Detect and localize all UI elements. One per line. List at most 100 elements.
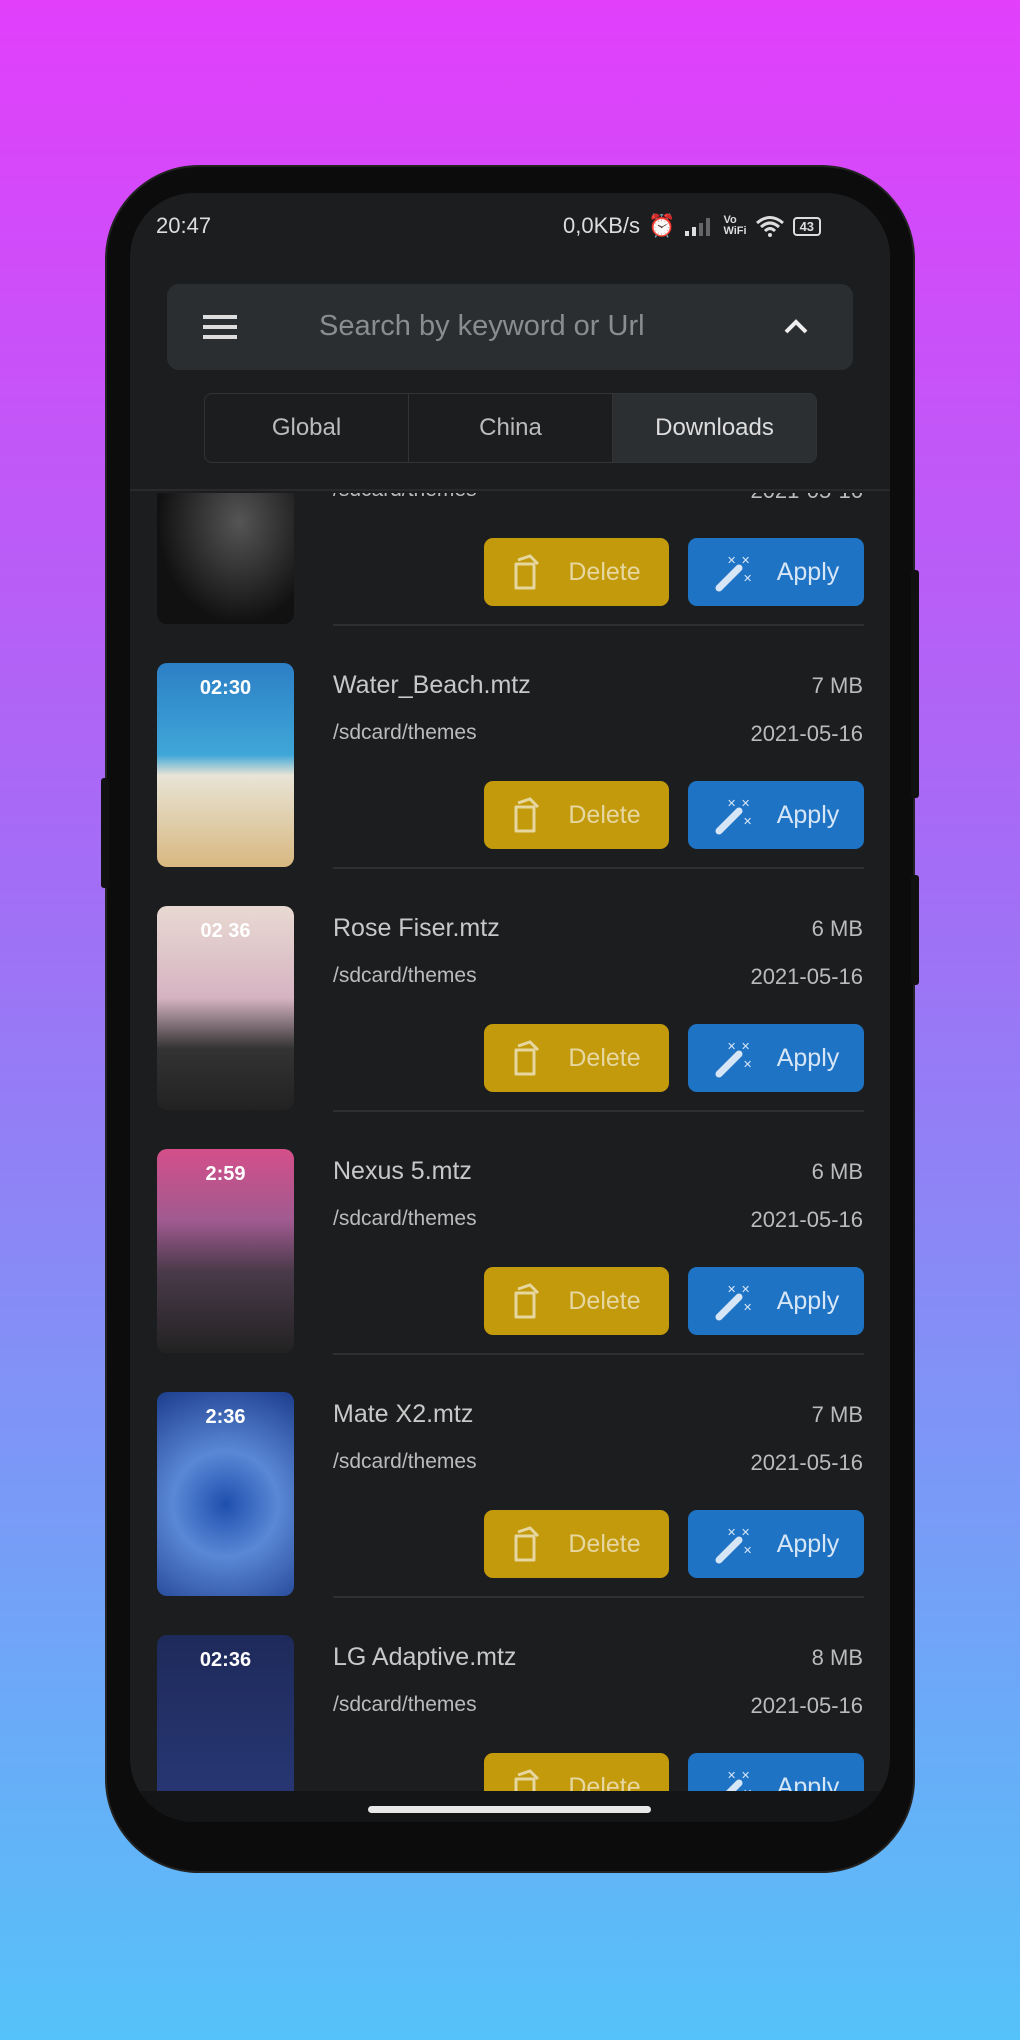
apply-label: Apply <box>776 1529 840 1558</box>
volume-button <box>911 875 919 985</box>
magic-wand-icon: ✕✕✕ <box>715 1284 752 1321</box>
search-input[interactable]: Search by keyword or Url <box>319 310 645 343</box>
apply-button[interactable]: ✕✕✕ Apply <box>688 538 864 606</box>
theme-size: 6 MB <box>811 916 863 941</box>
theme-title: Mate X2.mtz <box>333 1400 474 1428</box>
apply-button[interactable]: ✕✕✕ Apply <box>688 1024 864 1092</box>
chevron-up-icon[interactable] <box>783 317 809 335</box>
status-icons: 0,0KB/s ⏰ Vo WiFi 43 <box>563 213 822 239</box>
tab-china[interactable]: China <box>409 394 613 462</box>
theme-title: Rose Fiser.mtz <box>333 914 500 942</box>
list-item: 2:36 Windows 10 Mobil... 4 MB /sdcard/th… <box>130 493 890 663</box>
tab-downloads[interactable]: Downloads <box>613 394 816 462</box>
svg-text:✕: ✕ <box>727 1770 736 1782</box>
delete-button[interactable]: Delete <box>484 538 669 606</box>
theme-date: 2021-05-16 <box>750 1693 863 1718</box>
svg-text:✕: ✕ <box>743 1059 752 1071</box>
net-speed: 0,0KB/s <box>563 213 641 238</box>
list-item: 02:30 Water_Beach.mtz 7 MB /sdcard/theme… <box>130 663 890 906</box>
theme-size: 7 MB <box>811 1402 863 1427</box>
theme-thumbnail[interactable]: 02 36 <box>157 906 294 1110</box>
svg-text:✕: ✕ <box>741 798 750 810</box>
magic-wand-icon: ✕✕✕ <box>723 1770 752 1793</box>
delete-button[interactable]: Delete <box>484 781 669 849</box>
theme-title: Nexus 5.mtz <box>333 1157 472 1185</box>
search-bar[interactable]: Search by keyword or Url <box>167 284 853 370</box>
list-item: 02:36 LG Adaptive.mtz 8 MB /sdcard/theme… <box>130 1635 890 1793</box>
svg-text:✕: ✕ <box>727 798 736 810</box>
wifi-icon <box>755 216 784 237</box>
thumbnail-clock: 02 36 <box>200 920 251 942</box>
magic-wand-icon: ✕✕✕ <box>715 1041 752 1078</box>
delete-label: Delete <box>568 1043 641 1072</box>
thumbnail-clock: 2:36 <box>205 1406 246 1428</box>
screen: 20:47 0,0KB/s ⏰ Vo WiFi 43 Search by keyw… <box>130 193 890 1822</box>
magic-wand-icon: ✕✕✕ <box>715 1527 752 1564</box>
theme-size: 6 MB <box>811 1159 863 1184</box>
delete-button[interactable]: Delete <box>484 1267 669 1335</box>
trash-icon <box>514 1040 540 1076</box>
delete-button[interactable]: Delete <box>484 1510 669 1578</box>
trash-icon <box>514 554 540 590</box>
item-separator <box>333 624 864 626</box>
thumbnail-clock: 02:30 <box>199 677 252 699</box>
theme-thumbnail[interactable]: 2:36 <box>157 1392 294 1596</box>
list-item: 2:59 Nexus 5.mtz 6 MB /sdcard/themes 202… <box>130 1149 890 1392</box>
theme-thumbnail[interactable]: 02:36 <box>157 1635 294 1793</box>
theme-size: 8 MB <box>811 1645 863 1670</box>
trash-icon <box>514 1283 540 1319</box>
svg-text:✕: ✕ <box>741 1527 750 1539</box>
apply-label: Apply <box>776 1772 840 1794</box>
apply-label: Apply <box>776 557 840 586</box>
trash-icon <box>514 797 540 833</box>
theme-date: 2021-05-16 <box>750 964 863 989</box>
magic-wand-icon: ✕✕✕ <box>715 798 752 835</box>
theme-date: 2021-05-16 <box>750 1450 863 1475</box>
delete-label: Delete <box>568 1772 641 1794</box>
theme-thumbnail[interactable]: 2:59 <box>157 1149 294 1353</box>
status-time: 20:47 <box>156 213 212 238</box>
theme-size: 7 MB <box>811 673 863 698</box>
list-item: 02 36 Rose Fiser.mtz 6 MB /sdcard/themes… <box>130 906 890 1149</box>
theme-path: /sdcard/themes <box>333 1450 477 1473</box>
apply-button[interactable]: ✕✕✕ Apply <box>688 781 864 849</box>
theme-title: LG Adaptive.mtz <box>333 1643 517 1671</box>
trash-icon <box>514 1526 540 1562</box>
delete-button[interactable]: Delete <box>484 1753 669 1793</box>
svg-text:✕: ✕ <box>727 1284 736 1296</box>
trash-icon <box>514 1769 540 1793</box>
power-button <box>911 570 919 798</box>
home-indicator[interactable] <box>368 1806 651 1813</box>
theme-list: 2:36 Windows 10 Mobil... 4 MB /sdcard/th… <box>130 493 890 1793</box>
tab-bar: Global China Downloads <box>204 393 817 463</box>
apply-button[interactable]: ✕✕✕ Apply <box>688 1753 864 1793</box>
svg-text:✕: ✕ <box>727 1527 736 1539</box>
theme-path: /sdcard/themes <box>333 493 477 502</box>
battery-icon: 43 <box>792 216 822 236</box>
theme-path: /sdcard/themes <box>333 1207 477 1230</box>
side-button <box>101 778 109 888</box>
theme-date: 2021-05-16 <box>750 1207 863 1232</box>
apply-button[interactable]: ✕✕✕ Apply <box>688 1267 864 1335</box>
theme-thumbnail[interactable]: 2:36 <box>157 493 294 624</box>
svg-text:✕: ✕ <box>743 573 752 585</box>
theme-path: /sdcard/themes <box>333 1693 477 1716</box>
apply-label: Apply <box>776 800 840 829</box>
theme-date: 2021-05-16 <box>750 493 863 504</box>
apply-button[interactable]: ✕✕✕ Apply <box>688 1510 864 1578</box>
vowifi-icon: Vo WiFi <box>723 214 747 237</box>
svg-text:✕: ✕ <box>727 1041 736 1053</box>
thumbnail-clock: 02:36 <box>199 1649 252 1671</box>
delete-label: Delete <box>568 1529 641 1558</box>
delete-button[interactable]: Delete <box>484 1024 669 1092</box>
apply-label: Apply <box>776 1286 840 1315</box>
item-separator <box>333 1353 864 1355</box>
svg-text:✕: ✕ <box>727 555 736 567</box>
item-separator <box>333 1110 864 1112</box>
theme-thumbnail[interactable]: 02:30 <box>157 663 294 867</box>
hamburger-icon[interactable] <box>203 314 237 340</box>
theme-path: /sdcard/themes <box>333 964 477 987</box>
svg-text:✕: ✕ <box>743 1302 752 1314</box>
tab-global[interactable]: Global <box>205 394 409 462</box>
svg-text:✕: ✕ <box>741 1770 750 1782</box>
